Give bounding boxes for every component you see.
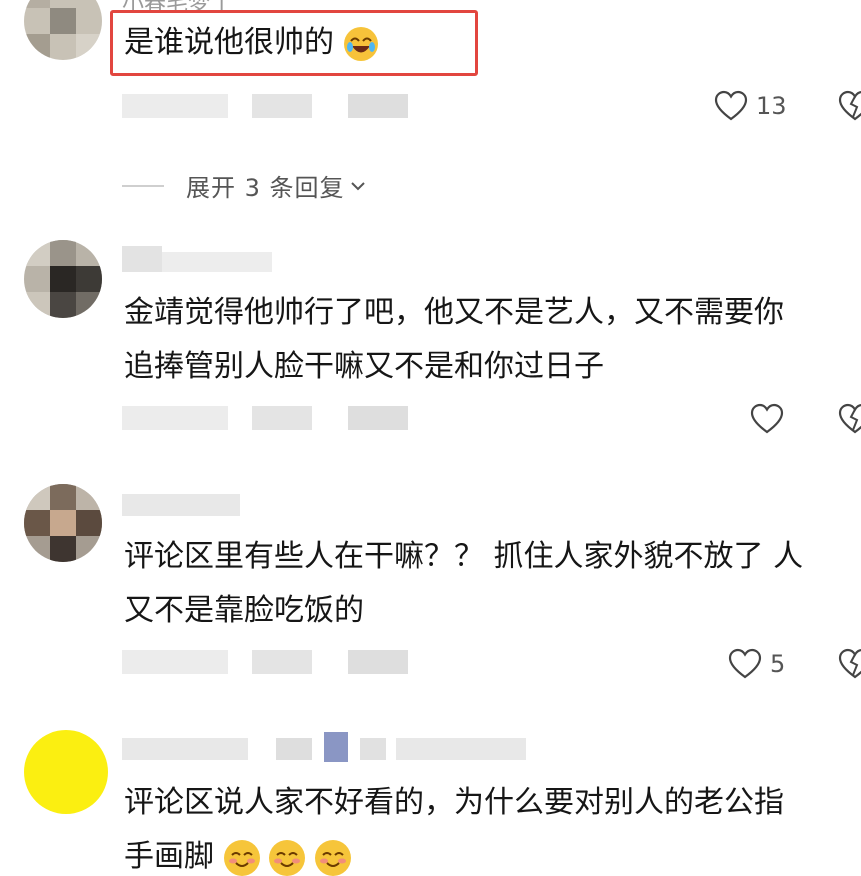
heart-outline-icon[interactable]: [714, 90, 748, 122]
comment-text-line-2: 追捧管别人脸干嘛又不是和你过日子: [124, 349, 604, 384]
expand-replies-button[interactable]: 展开 3 条回复: [122, 168, 365, 203]
like-count: 13: [756, 92, 787, 120]
broken-heart-icon[interactable]: [838, 90, 861, 122]
avatar[interactable]: [24, 730, 108, 814]
avatar[interactable]: [24, 0, 102, 60]
comment-text: 是谁说他很帅的: [124, 24, 378, 62]
smiling-face-emoji-icon: [314, 839, 351, 876]
broken-heart-icon[interactable]: [838, 403, 861, 435]
broken-heart-icon[interactable]: [838, 648, 861, 680]
heart-outline-icon[interactable]: [750, 403, 784, 435]
like-count: 5: [770, 650, 786, 678]
comment-text-line-1: 评论区里有些人在干嘛？？ 抓住人家外貌不放了 人: [124, 539, 804, 574]
comment-text-content: 是谁说他很帅的: [124, 25, 334, 60]
comment-text-content: 手画脚: [124, 839, 214, 874]
comment-text-line-1: 评论区说人家不好看的，为什么要对别人的老公指: [124, 785, 784, 820]
comment-text-line-2: 又不是靠脸吃饭的: [124, 593, 364, 628]
chevron-down-icon: [350, 181, 365, 190]
avatar[interactable]: [24, 240, 102, 318]
comment-text-line-1: 金靖觉得他帅行了吧，他又不是艺人，又不需要你: [124, 295, 784, 330]
smiling-face-emoji-icon: [223, 839, 260, 876]
laughing-emoji-icon: [343, 26, 378, 61]
expand-replies-label: 展开 3 条回复: [186, 174, 345, 202]
divider: [122, 184, 164, 187]
avatar[interactable]: [24, 484, 102, 562]
smiling-face-emoji-icon: [269, 839, 306, 876]
comment-text-line-2: 手画脚: [124, 838, 351, 876]
heart-outline-icon[interactable]: [728, 648, 762, 680]
